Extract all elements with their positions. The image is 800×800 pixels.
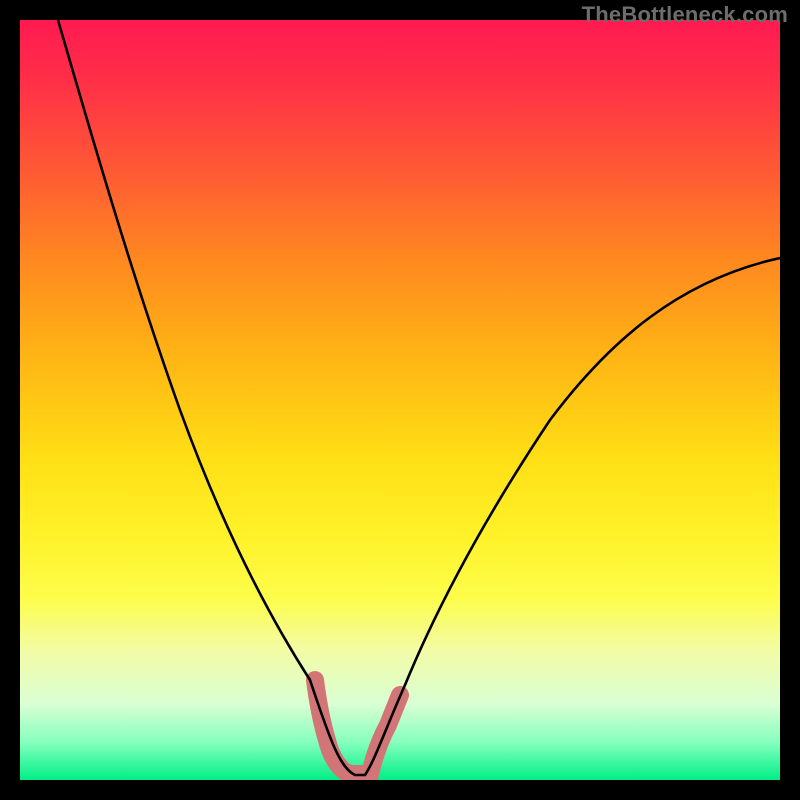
- chart-frame: TheBottleneck.com: [0, 0, 800, 800]
- bottleneck-curve-line: [58, 20, 780, 775]
- chart-plot-area: [20, 20, 780, 780]
- chart-svg: [20, 20, 780, 780]
- watermark-text: TheBottleneck.com: [582, 2, 788, 28]
